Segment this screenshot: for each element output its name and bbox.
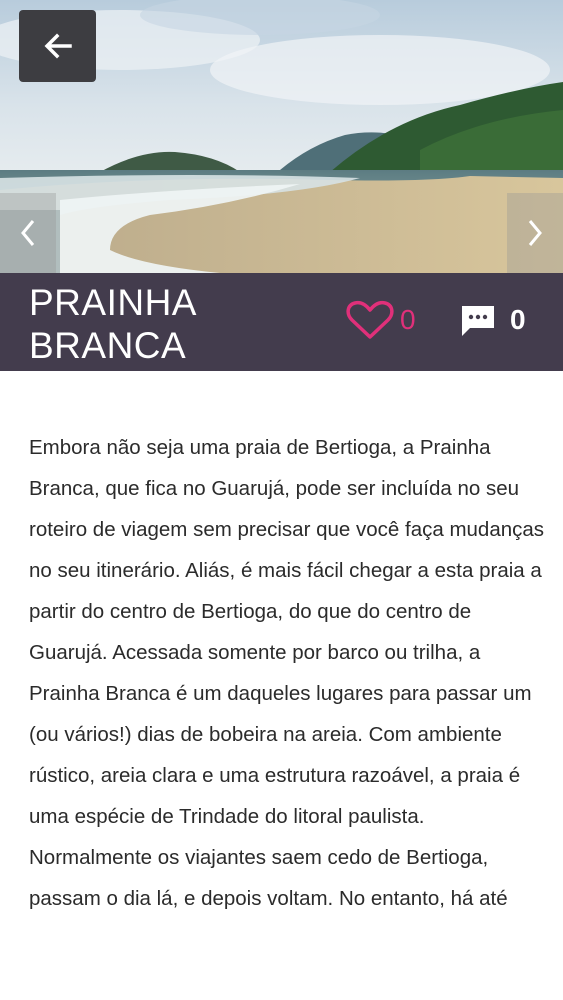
comment-count: 0 [510, 304, 526, 335]
photo-carousel[interactable] [0, 0, 563, 273]
carousel-prev-button[interactable] [0, 193, 56, 273]
place-title-bar: PRAINHA BRANCA 0 0 [0, 273, 563, 371]
chevron-right-icon [528, 220, 542, 246]
like-count: 0 [400, 304, 416, 335]
back-button[interactable] [19, 10, 96, 82]
place-description: Embora não seja uma praia de Bertioga, a… [29, 436, 545, 910]
carousel-next-button[interactable] [507, 193, 563, 273]
heart-outline-icon [346, 300, 394, 339]
comments-button[interactable]: 0 [460, 300, 526, 340]
arrow-left-icon [44, 33, 72, 59]
like-button[interactable]: 0 [346, 300, 416, 340]
comment-icon [462, 306, 494, 336]
chevron-left-icon [21, 220, 35, 246]
page-title: PRAINHA BRANCA [29, 282, 195, 366]
